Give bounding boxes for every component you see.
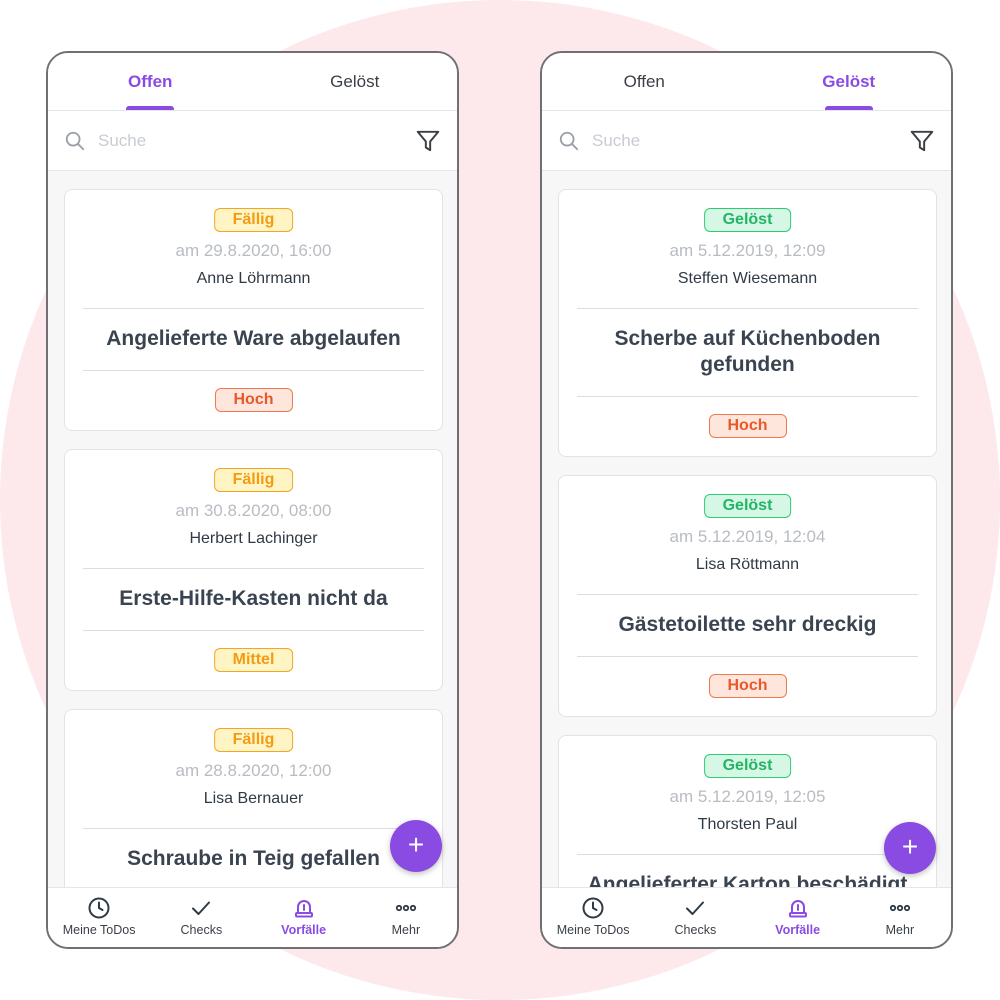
status-badge: Gelöst bbox=[703, 494, 792, 518]
incident-person: Lisa Röttmann bbox=[695, 556, 800, 573]
nav-label: Mehr bbox=[391, 923, 421, 937]
divider bbox=[577, 396, 918, 397]
filter-icon[interactable] bbox=[415, 128, 441, 154]
more-dots-icon bbox=[889, 904, 910, 912]
search-bar bbox=[48, 111, 457, 171]
nav-label: Meine ToDos bbox=[556, 923, 630, 937]
clock-icon bbox=[582, 897, 604, 919]
divider bbox=[577, 656, 918, 657]
incident-date: am 5.12.2019, 12:04 bbox=[669, 527, 826, 546]
incident-person: Anne Löhrmann bbox=[196, 270, 311, 287]
incident-title: Scherbe auf Küchenboden gefunden bbox=[614, 327, 881, 376]
tab-solved[interactable]: Gelöst bbox=[253, 53, 458, 110]
nav-checks[interactable]: Checks bbox=[644, 888, 746, 947]
nav-label: Mehr bbox=[885, 923, 915, 937]
nav-checks[interactable]: Checks bbox=[150, 888, 252, 947]
priority-badge: Hoch bbox=[214, 388, 293, 412]
incident-card[interactable]: Gelöst am 5.12.2019, 12:04 Lisa Röttmann… bbox=[558, 475, 937, 717]
tab-solved[interactable]: Gelöst bbox=[747, 53, 952, 110]
status-badge: Fällig bbox=[213, 728, 294, 752]
tab-bar: Offen Gelöst bbox=[542, 53, 951, 111]
divider bbox=[577, 594, 918, 595]
nav-more[interactable]: Mehr bbox=[849, 888, 951, 947]
incident-date: am 5.12.2019, 12:05 bbox=[669, 787, 826, 806]
status-badge: Gelöst bbox=[703, 208, 792, 232]
divider bbox=[83, 630, 424, 631]
nav-label: Meine ToDos bbox=[62, 923, 136, 937]
nav-incidents[interactable]: Vorfälle bbox=[747, 888, 849, 947]
search-bar bbox=[542, 111, 951, 171]
incident-title: Erste-Hilfe-Kasten nicht da bbox=[119, 587, 388, 610]
bottom-navigation: Meine ToDos Checks Vorfälle Mehr bbox=[542, 887, 951, 947]
add-incident-button[interactable]: + bbox=[884, 822, 936, 874]
check-icon bbox=[192, 901, 211, 915]
phone-screen-open: Offen Gelöst Fällig am 29.8.2020, 16:00 … bbox=[46, 51, 459, 949]
nav-more[interactable]: Mehr bbox=[355, 888, 457, 947]
alarm-bell-icon bbox=[294, 900, 313, 918]
nav-my-todos[interactable]: Meine ToDos bbox=[542, 888, 644, 947]
incident-person: Herbert Lachinger bbox=[189, 530, 318, 547]
search-input[interactable] bbox=[98, 125, 388, 157]
incident-date: am 30.8.2020, 08:00 bbox=[175, 501, 332, 520]
more-dots-icon bbox=[395, 904, 416, 912]
incident-date: am 29.8.2020, 16:00 bbox=[175, 241, 332, 260]
incident-card[interactable]: Gelöst am 5.12.2019, 12:09 Steffen Wiese… bbox=[558, 189, 937, 457]
clock-icon bbox=[88, 897, 110, 919]
divider bbox=[577, 308, 918, 309]
filter-icon[interactable] bbox=[909, 128, 935, 154]
priority-badge: Hoch bbox=[708, 674, 787, 698]
status-badge: Gelöst bbox=[703, 754, 792, 778]
divider bbox=[83, 828, 424, 829]
check-icon bbox=[686, 901, 705, 915]
incident-card[interactable]: Fällig am 30.8.2020, 08:00 Herbert Lachi… bbox=[64, 449, 443, 691]
status-badge: Fällig bbox=[213, 208, 294, 232]
nav-my-todos[interactable]: Meine ToDos bbox=[48, 888, 150, 947]
incident-title: Gästetoilette sehr dreckig bbox=[618, 613, 877, 636]
tab-open[interactable]: Offen bbox=[48, 53, 253, 110]
incident-card[interactable]: Fällig am 29.8.2020, 16:00 Anne Löhrmann… bbox=[64, 189, 443, 431]
search-icon bbox=[65, 131, 85, 151]
incident-title: Schraube in Teig gefallen bbox=[127, 847, 380, 870]
search-icon bbox=[559, 131, 579, 151]
divider bbox=[83, 568, 424, 569]
nav-incidents[interactable]: Vorfälle bbox=[253, 888, 355, 947]
search-input[interactable] bbox=[592, 125, 882, 157]
incident-person: Thorsten Paul bbox=[697, 816, 798, 833]
divider bbox=[577, 854, 918, 855]
nav-label: Vorfälle bbox=[775, 923, 821, 937]
priority-badge: Hoch bbox=[708, 414, 787, 438]
priority-badge: Mittel bbox=[213, 648, 294, 672]
incident-date: am 28.8.2020, 12:00 bbox=[175, 761, 332, 780]
status-badge: Fällig bbox=[213, 468, 294, 492]
nav-label: Checks bbox=[180, 923, 223, 937]
alarm-bell-icon bbox=[788, 900, 807, 918]
nav-label: Vorfälle bbox=[281, 923, 327, 937]
nav-label: Checks bbox=[674, 923, 717, 937]
bottom-navigation: Meine ToDos Checks Vorfälle Mehr bbox=[48, 887, 457, 947]
incident-date: am 5.12.2019, 12:09 bbox=[669, 241, 826, 260]
incident-title: Angelieferte Ware abgelaufen bbox=[106, 327, 401, 350]
divider bbox=[83, 308, 424, 309]
divider bbox=[83, 370, 424, 371]
tab-open[interactable]: Offen bbox=[542, 53, 747, 110]
incident-person: Steffen Wiesemann bbox=[677, 270, 818, 287]
tab-bar: Offen Gelöst bbox=[48, 53, 457, 111]
add-incident-button[interactable]: + bbox=[390, 820, 442, 872]
phone-screen-solved: Offen Gelöst Gelöst am 5.12.2019, 12:09 … bbox=[540, 51, 953, 949]
incident-person: Lisa Bernauer bbox=[203, 790, 304, 807]
